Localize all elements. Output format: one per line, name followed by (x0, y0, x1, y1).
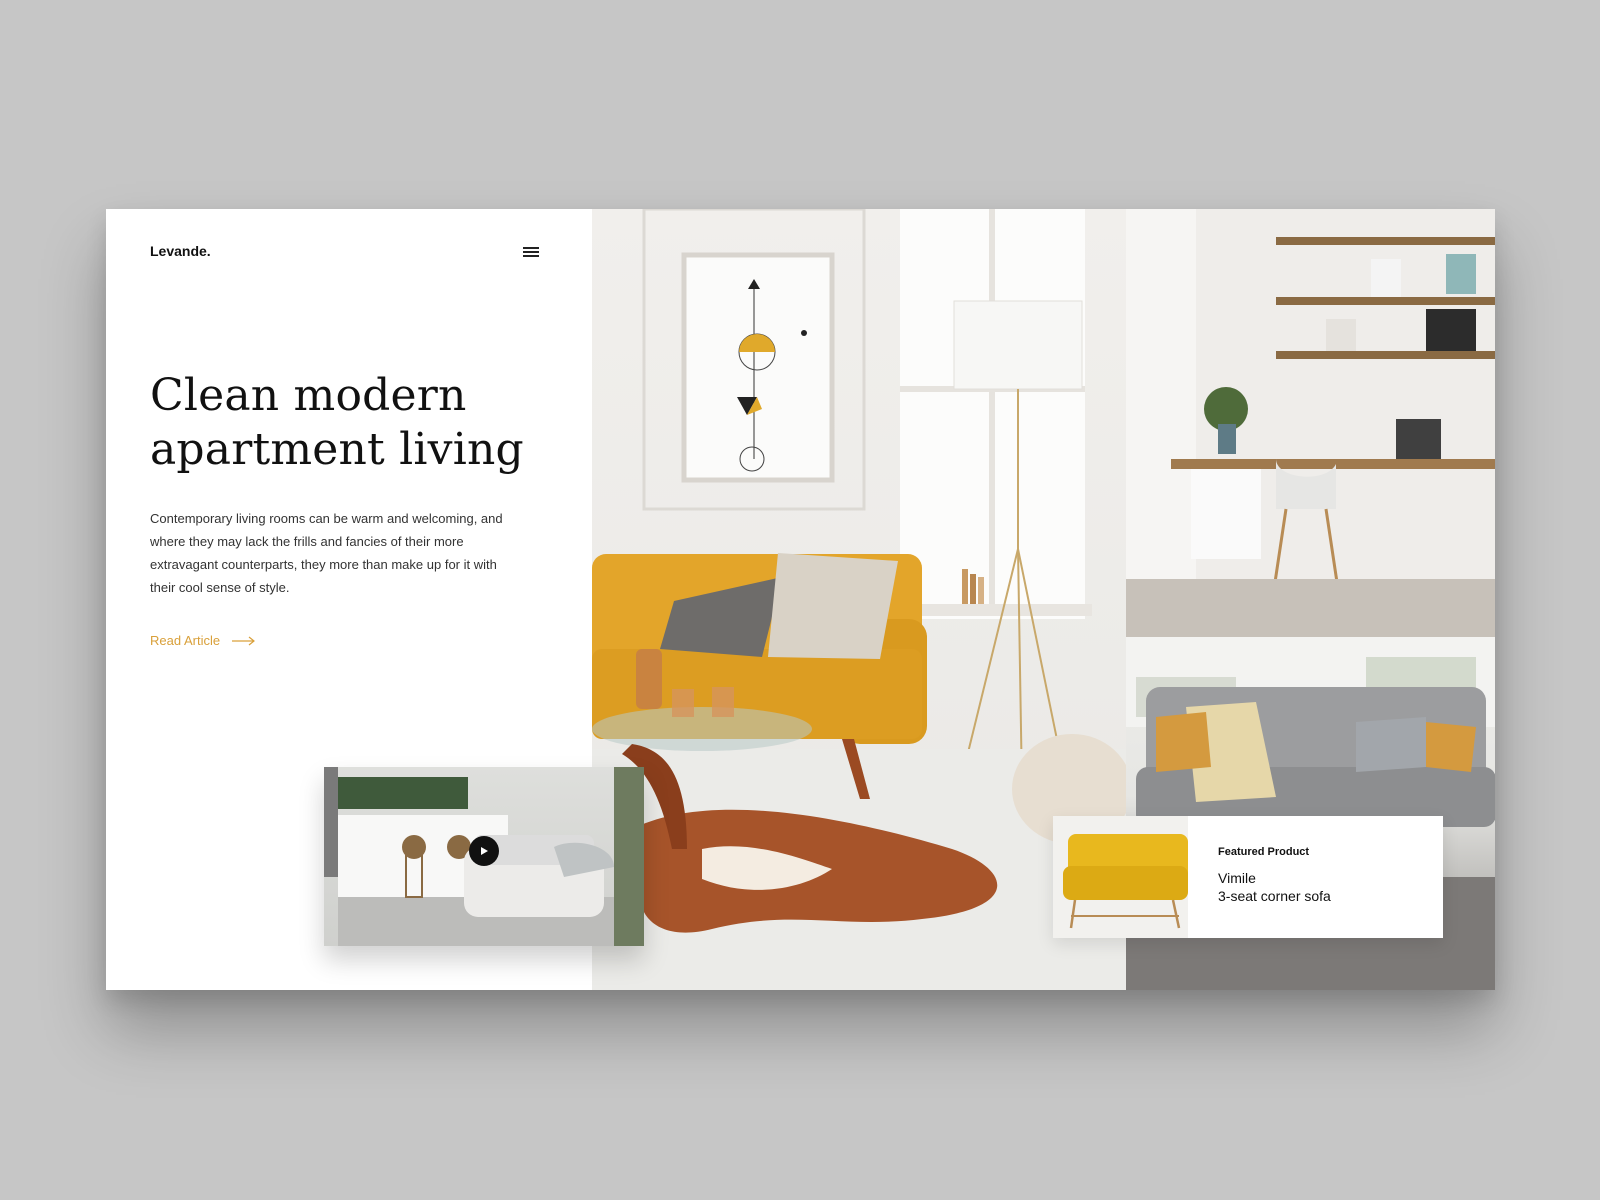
headline-line-2: apartment living (150, 424, 524, 475)
hamburger-icon[interactable] (520, 244, 542, 260)
play-icon (481, 847, 488, 855)
featured-product-label: Featured Product (1218, 846, 1310, 858)
arrow-right-icon (232, 636, 256, 645)
video-thumbnail[interactable] (324, 767, 644, 946)
brand-logo[interactable]: Levande. (150, 243, 211, 259)
read-article-label: Read Article (150, 633, 221, 648)
home-office-photo (1126, 209, 1495, 637)
featured-product-description: 3-seat corner sofa (1218, 888, 1331, 904)
featured-product-image (1053, 816, 1188, 938)
page-title: Clean modern apartment living (150, 369, 570, 477)
headline-line-1: Clean modern (150, 370, 467, 421)
featured-product-name: Vimile (1218, 870, 1256, 886)
intro-paragraph: Contemporary living rooms can be warm an… (150, 511, 503, 595)
read-article-link[interactable]: Read Article (150, 633, 256, 648)
featured-product-card[interactable]: Featured Product Vimile 3-seat corner so… (1053, 816, 1443, 938)
living-room-photo (592, 209, 1126, 990)
hero-card: Levande. Clean modern apartment living C… (106, 209, 1495, 990)
play-button[interactable] (469, 836, 499, 866)
